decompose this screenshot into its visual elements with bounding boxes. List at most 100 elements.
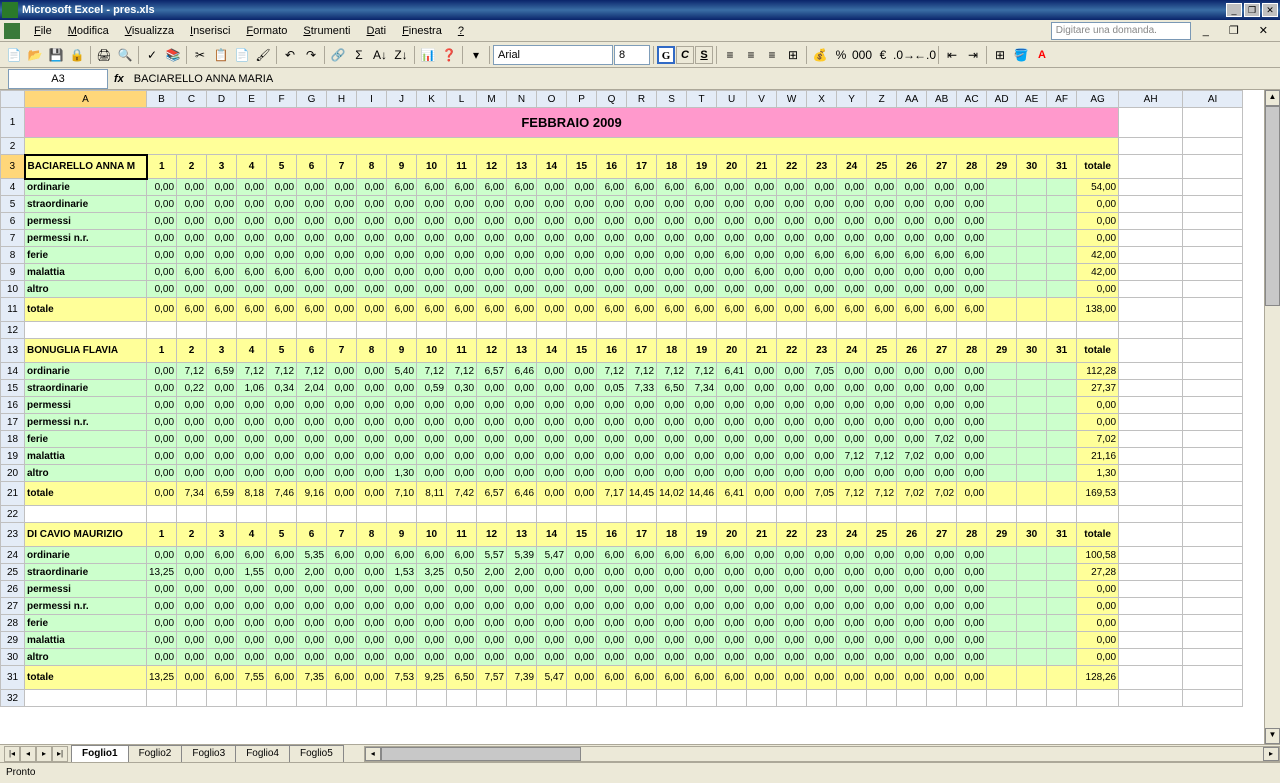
paste-icon[interactable]: 📄 <box>232 45 252 65</box>
tab-next-icon[interactable]: ▸ <box>36 746 52 762</box>
row-header-10[interactable]: 10 <box>1 281 25 298</box>
bold-button[interactable]: G <box>657 46 675 64</box>
permission-icon[interactable]: 🔒 <box>67 45 87 65</box>
row-header-2[interactable]: 2 <box>1 138 25 155</box>
month-title[interactable]: FEBBRAIO 2009 <box>25 108 1119 138</box>
redo-icon[interactable]: ↷ <box>301 45 321 65</box>
copy-icon[interactable]: 📋 <box>211 45 231 65</box>
row-header-17[interactable]: 17 <box>1 414 25 431</box>
col-header-AH[interactable]: AH <box>1119 91 1183 108</box>
col-header-AD[interactable]: AD <box>987 91 1017 108</box>
preview-icon[interactable]: 🔍 <box>115 45 135 65</box>
menu-inserisci[interactable]: Inserisci <box>182 23 238 39</box>
hscroll-thumb[interactable] <box>381 747 581 761</box>
doc-close-button[interactable]: ✕ <box>1251 22 1276 39</box>
col-header-Y[interactable]: Y <box>837 91 867 108</box>
row-header-3[interactable]: 3 <box>1 155 25 179</box>
col-header-D[interactable]: D <box>207 91 237 108</box>
sheet-tab-foglio2[interactable]: Foglio2 <box>128 745 183 762</box>
row-header-29[interactable]: 29 <box>1 632 25 649</box>
col-header-V[interactable]: V <box>747 91 777 108</box>
col-header-Q[interactable]: Q <box>597 91 627 108</box>
align-right-icon[interactable]: ≡ <box>762 45 782 65</box>
formula-input[interactable]: BACIARELLO ANNA MARIA <box>130 73 1280 85</box>
col-header-X[interactable]: X <box>807 91 837 108</box>
fx-icon[interactable]: fx <box>114 73 124 85</box>
col-header-G[interactable]: G <box>297 91 327 108</box>
spellcheck-icon[interactable]: ✓ <box>142 45 162 65</box>
col-header-S[interactable]: S <box>657 91 687 108</box>
col-header-F[interactable]: F <box>267 91 297 108</box>
vertical-scrollbar[interactable]: ▲ ▼ <box>1264 90 1280 744</box>
col-header-AG[interactable]: AG <box>1077 91 1119 108</box>
menu-file[interactable]: File <box>26 23 60 39</box>
col-header-P[interactable]: P <box>567 91 597 108</box>
row-header-22[interactable]: 22 <box>1 506 25 523</box>
row-header-27[interactable]: 27 <box>1 598 25 615</box>
increase-indent-icon[interactable]: ⇥ <box>963 45 983 65</box>
sheet-tab-foglio4[interactable]: Foglio4 <box>235 745 290 762</box>
underline-button[interactable]: S <box>695 46 713 64</box>
sheet-tab-foglio5[interactable]: Foglio5 <box>289 745 344 762</box>
col-header-O[interactable]: O <box>537 91 567 108</box>
help-icon[interactable]: ❓ <box>439 45 459 65</box>
format-painter-icon[interactable]: 🖌 <box>253 45 273 65</box>
scroll-right-icon[interactable]: ▸ <box>1263 747 1279 761</box>
col-header-AC[interactable]: AC <box>957 91 987 108</box>
menu-dati[interactable]: Dati <box>358 23 394 39</box>
minimize-button[interactable]: _ <box>1226 3 1242 17</box>
chart-icon[interactable]: 📊 <box>418 45 438 65</box>
col-header-W[interactable]: W <box>777 91 807 108</box>
menu-visualizza[interactable]: Visualizza <box>117 23 182 39</box>
sheet-tab-foglio1[interactable]: Foglio1 <box>71 745 129 762</box>
open-icon[interactable]: 📂 <box>25 45 45 65</box>
col-header-U[interactable]: U <box>717 91 747 108</box>
sort-desc-icon[interactable]: Z↓ <box>391 45 411 65</box>
spreadsheet-grid[interactable]: ABCDEFGHIJKLMNOPQRSTUVWXYZAAABACADAEAFAG… <box>0 90 1243 707</box>
row-header-26[interactable]: 26 <box>1 581 25 598</box>
menu-formato[interactable]: Formato <box>238 23 295 39</box>
col-header-E[interactable]: E <box>237 91 267 108</box>
col-header-AF[interactable]: AF <box>1047 91 1077 108</box>
col-header-AB[interactable]: AB <box>927 91 957 108</box>
align-left-icon[interactable]: ≡ <box>720 45 740 65</box>
row-header-12[interactable]: 12 <box>1 322 25 339</box>
scroll-up-icon[interactable]: ▲ <box>1265 90 1280 106</box>
row-header-8[interactable]: 8 <box>1 247 25 264</box>
col-header-T[interactable]: T <box>687 91 717 108</box>
col-header-B[interactable]: B <box>147 91 177 108</box>
col-header-N[interactable]: N <box>507 91 537 108</box>
doc-restore-button[interactable]: ❐ <box>1221 22 1247 39</box>
row-header-5[interactable]: 5 <box>1 196 25 213</box>
increase-decimal-icon[interactable]: .0→ <box>894 45 914 65</box>
col-header-I[interactable]: I <box>357 91 387 108</box>
scroll-left-icon[interactable]: ◂ <box>365 747 381 761</box>
row-header-20[interactable]: 20 <box>1 465 25 482</box>
save-icon[interactable]: 💾 <box>46 45 66 65</box>
sheet-tab-foglio3[interactable]: Foglio3 <box>181 745 236 762</box>
name-box[interactable]: A3 <box>8 69 108 89</box>
row-header-9[interactable]: 9 <box>1 264 25 281</box>
col-header-Z[interactable]: Z <box>867 91 897 108</box>
comma-icon[interactable]: 000 <box>852 45 872 65</box>
decrease-indent-icon[interactable]: ⇤ <box>942 45 962 65</box>
row-header-30[interactable]: 30 <box>1 649 25 666</box>
horizontal-scrollbar[interactable]: ◂ ▸ <box>364 746 1280 762</box>
person-name[interactable]: BACIARELLO ANNA M <box>25 155 147 179</box>
col-header-R[interactable]: R <box>627 91 657 108</box>
row-header-11[interactable]: 11 <box>1 298 25 322</box>
decrease-decimal-icon[interactable]: ←.0 <box>915 45 935 65</box>
person-name[interactable]: DI CAVIO MAURIZIO <box>25 523 147 547</box>
col-header-K[interactable]: K <box>417 91 447 108</box>
fill-color-icon[interactable]: 🪣 <box>1011 45 1031 65</box>
font-name-select[interactable]: Arial <box>493 45 613 65</box>
row-header-25[interactable]: 25 <box>1 564 25 581</box>
euro-icon[interactable]: € <box>873 45 893 65</box>
tab-last-icon[interactable]: ▸| <box>52 746 68 762</box>
menu-strumenti[interactable]: Strumenti <box>295 23 358 39</box>
align-center-icon[interactable]: ≡ <box>741 45 761 65</box>
doc-minimize-button[interactable]: _ <box>1195 23 1217 39</box>
italic-button[interactable]: C <box>676 46 694 64</box>
row-header-19[interactable]: 19 <box>1 448 25 465</box>
currency-icon[interactable]: 💰 <box>810 45 830 65</box>
